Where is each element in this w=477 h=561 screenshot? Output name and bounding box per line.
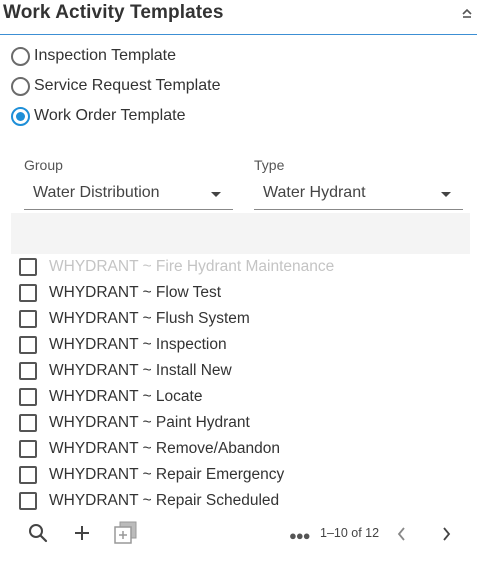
type-select-value: Water Hydrant [263, 184, 366, 201]
group-select-value: Water Distribution [33, 184, 160, 201]
panel-title: Work Activity Templates [3, 2, 224, 23]
list-item-label: WHYDRANT ~ Flush System [49, 310, 250, 327]
group-select[interactable]: Water Distribution [24, 179, 233, 210]
list-item-label: WHYDRANT ~ Inspection [49, 336, 227, 353]
next-page-icon[interactable] [436, 523, 456, 545]
list-item[interactable]: WHYDRANT ~ Repair Scheduled [19, 488, 469, 514]
checkbox[interactable] [19, 310, 37, 328]
checkbox[interactable] [19, 492, 37, 510]
dropdown-arrow-icon [441, 192, 451, 197]
checkbox[interactable] [19, 414, 37, 432]
radio-inspection-template[interactable]: Inspection Template [11, 44, 176, 68]
list-item-label: WHYDRANT ~ Locate [49, 388, 203, 405]
radio-label: Inspection Template [34, 47, 177, 64]
multi-add-icon[interactable] [113, 520, 139, 546]
radio-label: Work Order Template [34, 107, 186, 124]
list-item-label: WHYDRANT ~ Paint Hydrant [49, 414, 250, 431]
type-label: Type [254, 157, 285, 173]
list-item-label: WHYDRANT ~ Repair Scheduled [49, 492, 280, 509]
panel-header: Work Activity Templates [0, 0, 477, 35]
checkbox[interactable] [19, 284, 37, 302]
list-item[interactable]: WHYDRANT ~ Flow Test [19, 280, 469, 306]
list-item-label: WHYDRANT ~ Fire Hydrant Maintenance [49, 258, 335, 275]
template-list: WHYDRANT ~ Fire Hydrant Maintenance WHYD… [19, 254, 469, 514]
radio-button[interactable] [11, 76, 30, 96]
checkbox[interactable] [19, 336, 37, 354]
radio-label: Service Request Template [34, 77, 221, 94]
checkbox[interactable] [19, 466, 37, 484]
list-item: WHYDRANT ~ Fire Hydrant Maintenance [19, 254, 469, 280]
radio-work-order-template[interactable]: Work Order Template [11, 104, 185, 128]
list-header [11, 213, 470, 254]
more-icon[interactable]: ●●● [289, 528, 311, 543]
list-item-label: WHYDRANT ~ Flow Test [49, 284, 222, 301]
radio-button-selected[interactable] [11, 106, 30, 126]
list-item-label: WHYDRANT ~ Repair Emergency [49, 466, 285, 483]
pager-range: 1–10 of 12 [320, 526, 380, 540]
list-item[interactable]: WHYDRANT ~ Repair Emergency [19, 462, 469, 488]
type-select[interactable]: Water Hydrant [254, 179, 463, 210]
list-item-label: WHYDRANT ~ Install New [49, 362, 232, 379]
list-item[interactable]: WHYDRANT ~ Locate [19, 384, 469, 410]
checkbox[interactable] [19, 362, 37, 380]
checkbox[interactable] [19, 388, 37, 406]
checkbox[interactable] [19, 258, 37, 276]
group-label: Group [24, 157, 63, 173]
add-icon[interactable] [71, 522, 93, 544]
list-item[interactable]: WHYDRANT ~ Remove/Abandon [19, 436, 469, 462]
list-item[interactable]: WHYDRANT ~ Inspection [19, 332, 469, 358]
list-item[interactable]: WHYDRANT ~ Paint Hydrant [19, 410, 469, 436]
list-item[interactable]: WHYDRANT ~ Install New [19, 358, 469, 384]
radio-button[interactable] [11, 46, 30, 66]
list-item-label: WHYDRANT ~ Remove/Abandon [49, 440, 281, 457]
list-item[interactable]: WHYDRANT ~ Flush System [19, 306, 469, 332]
chevron-up-icon[interactable] [460, 6, 474, 20]
previous-page-icon[interactable] [392, 523, 412, 545]
radio-service-request-template[interactable]: Service Request Template [11, 74, 220, 98]
search-icon[interactable] [27, 522, 49, 544]
checkbox[interactable] [19, 440, 37, 458]
dropdown-arrow-icon [211, 192, 221, 197]
